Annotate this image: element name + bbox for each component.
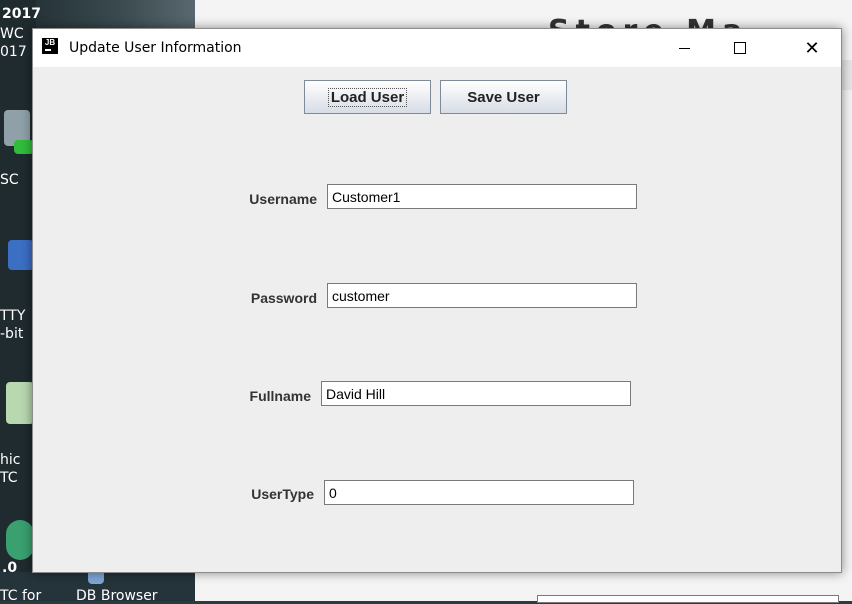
save-user-button[interactable]: Save User [440,80,567,114]
app-icon-underline [45,49,51,51]
username-label: Username [249,191,317,207]
fullname-field[interactable]: David Hill [321,381,631,406]
desktop-icon-label: TTY [0,308,26,324]
app-shortcut-icon[interactable] [6,520,34,560]
arrow-icon [14,140,34,154]
desktop-icon-label: SC [0,172,19,188]
app-icon-text: JB [44,38,56,47]
desktop-icon-label: TC [0,470,18,486]
minimize-icon [678,47,690,49]
save-user-label: Save User [467,88,540,106]
load-user-label: Load User [327,87,408,107]
desktop-icon-label: 2017 [2,6,41,22]
background-app-field [537,595,839,603]
password-field[interactable]: customer [327,283,637,308]
load-user-button[interactable]: Load User [304,80,431,114]
maximize-icon [734,42,746,54]
maximize-button[interactable] [717,29,763,67]
java-app-icon: JB [42,38,58,54]
minimize-button[interactable] [661,29,707,67]
desktop-icon-label: DB Browser [76,588,158,604]
desktop-icon-column [0,0,36,601]
window-title: Update User Information [69,40,242,56]
fullname-label: Fullname [249,388,311,404]
app-shortcut-icon[interactable] [6,382,34,424]
username-field[interactable]: Customer1 [327,184,637,209]
desktop-icon-label: TC for [0,588,42,604]
desktop-icon-label: hic [0,452,21,468]
desktop-icon-label: -bit [0,326,24,342]
close-icon: ✕ [804,37,820,59]
close-button[interactable]: ✕ [789,29,835,67]
title-bar[interactable]: JB Update User Information ✕ [33,29,841,67]
password-label: Password [250,290,317,306]
usertype-field[interactable]: 0 [324,480,634,505]
usertype-label: UserType [251,486,314,502]
update-user-dialog: JB Update User Information ✕ Load User S… [32,28,842,573]
desktop-icon-label: WC [0,26,24,42]
putty-icon[interactable] [8,240,34,270]
desktop-icon-label: 017 [0,44,27,60]
